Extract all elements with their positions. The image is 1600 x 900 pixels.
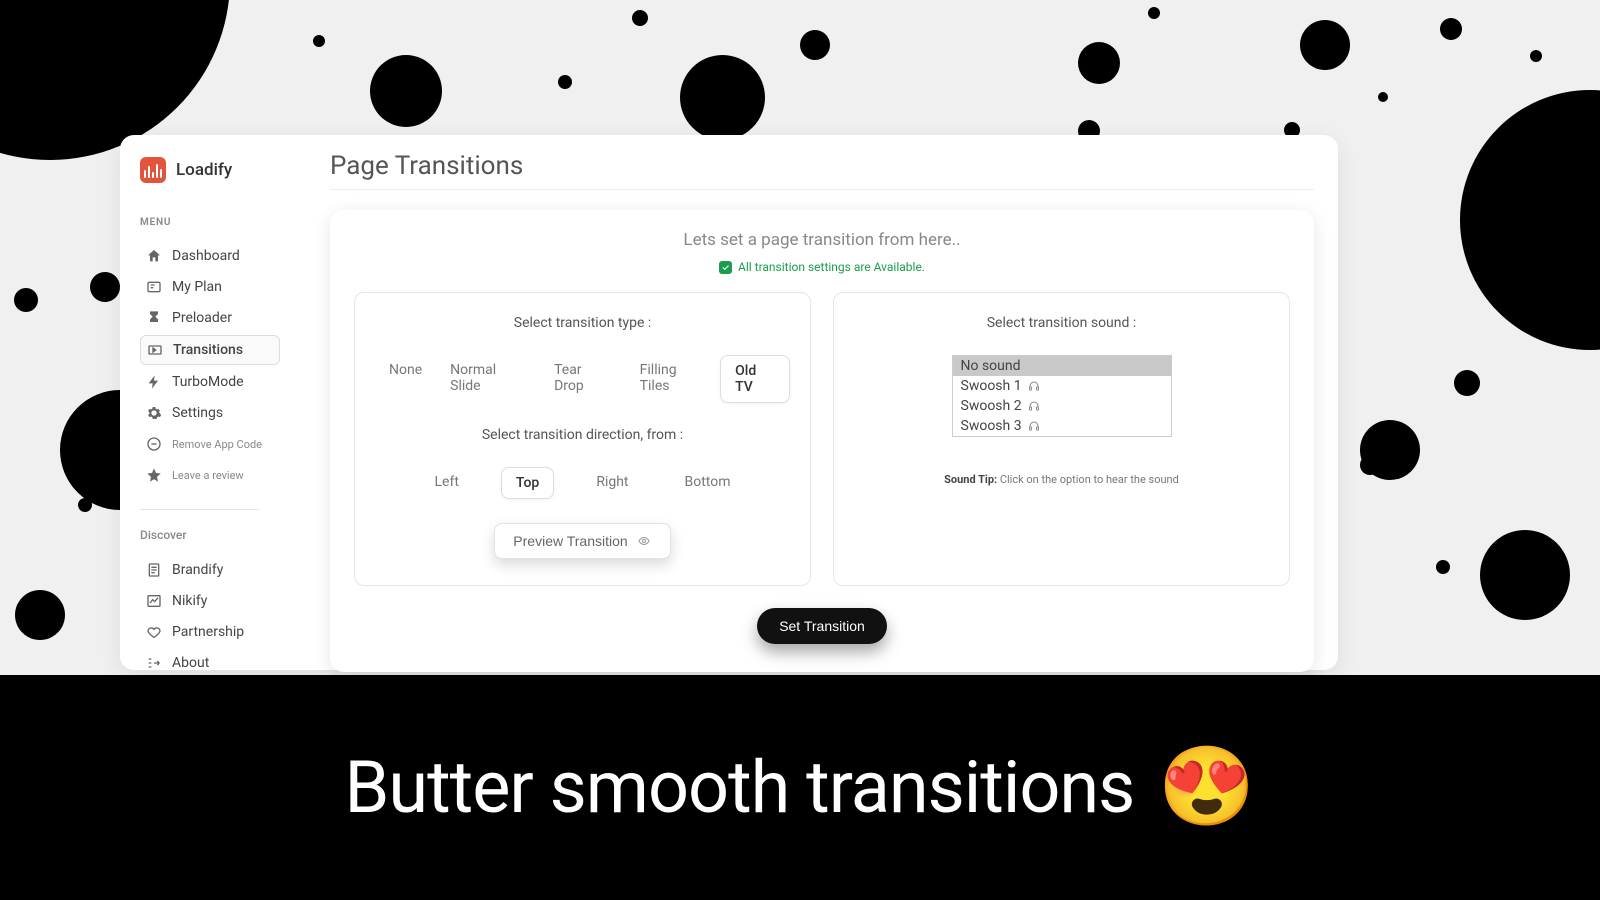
availability-status: All transition settings are Available. [354,260,1290,274]
type-option-normal-slide[interactable]: Normal Slide [436,355,540,403]
sound-option-label: Swoosh 2 [961,398,1022,414]
card-icon [146,279,162,295]
preview-transition-button[interactable]: Preview Transition [494,523,670,559]
sidebar-item-leave-review[interactable]: Leave a review [140,461,280,489]
sidebar-item-label: Dashboard [172,248,240,264]
gear-icon [146,405,162,421]
headphones-icon [1028,420,1040,432]
main-content: Page Transitions Lets set a page transit… [290,135,1338,670]
type-option-tear-drop[interactable]: Tear Drop [540,355,626,403]
hourglass-icon [146,310,162,326]
sidebar-item-label: TurboMode [172,374,244,390]
headphones-icon [1028,400,1040,412]
menu-heading: MENU [140,217,280,228]
type-option-filling-tiles[interactable]: Filling Tiles [626,355,720,403]
direction-option-right[interactable]: Right [582,467,642,499]
type-label: Select transition type : [375,315,790,331]
sound-option-label: Swoosh 1 [961,378,1022,394]
sidebar-divider [140,509,259,510]
home-icon [146,248,162,264]
discover-heading: Discover [140,528,280,542]
discover-item-nikify[interactable]: Nikify [140,587,280,615]
preview-button-label: Preview Transition [513,533,627,549]
app-window: Loadify MENU Dashboard My Plan Preloader… [120,135,1338,670]
discover-item-label: About [172,655,209,671]
sidebar-item-preloader[interactable]: Preloader [140,304,280,332]
card-subtitle: Lets set a page transition from here.. [354,230,1290,250]
sound-tip-rest: Click on the option to hear the sound [997,473,1179,486]
sidebar-item-turbomode[interactable]: TurboMode [140,368,280,396]
star-icon [146,467,162,483]
heart-icon [146,624,162,640]
sound-select[interactable]: No sound Swoosh 1 Swoosh 2 Swoosh 3 [952,355,1172,437]
sidebar-item-label: My Plan [172,279,222,295]
direction-label: Select transition direction, from : [375,427,790,443]
transitions-card: Lets set a page transition from here.. A… [330,210,1314,672]
bolt-icon [146,374,162,390]
eye-icon [636,535,652,547]
sidebar-item-dashboard[interactable]: Dashboard [140,242,280,270]
headphones-icon [1028,380,1040,392]
sidebar-item-transitions[interactable]: Transitions [140,335,280,365]
sound-option-swoosh-2[interactable]: Swoosh 2 [953,396,1171,416]
sound-option-label: Swoosh 3 [961,418,1022,434]
discover-item-partnership[interactable]: Partnership [140,618,280,646]
discover-item-label: Nikify [172,593,207,609]
sidebar-item-label: Preloader [172,310,232,326]
sidebar-item-settings[interactable]: Settings [140,399,280,427]
promo-banner: Butter smooth transitions 😍 [0,675,1600,900]
sidebar-item-label: Transitions [173,342,243,358]
discover-item-brandify[interactable]: Brandify [140,556,280,584]
discover-item-label: Partnership [172,624,244,640]
direction-option-bottom[interactable]: Bottom [671,467,745,499]
banner-text: Butter smooth transitions [345,745,1135,830]
sidebar-item-label: Remove App Code [172,438,262,451]
brand: Loadify [140,157,280,183]
sidebar: Loadify MENU Dashboard My Plan Preloader… [120,135,290,670]
sound-tip: Sound Tip: Click on the option to hear t… [854,473,1269,486]
sidebar-item-remove-app-code[interactable]: Remove App Code [140,430,280,458]
sound-option-label: No sound [961,358,1021,374]
brand-name: Loadify [176,160,232,180]
transitions-icon [147,342,163,358]
direction-option-top[interactable]: Top [501,467,554,499]
brand-logo-icon [140,157,166,183]
minus-circle-icon [146,436,162,452]
transition-type-panel: Select transition type : None Normal Sli… [354,292,811,586]
sound-tip-bold: Sound Tip: [944,473,997,486]
page-title: Page Transitions [330,151,1314,181]
type-option-none[interactable]: None [375,355,436,403]
set-transition-button[interactable]: Set Transition [757,608,887,644]
type-option-old-tv[interactable]: Old TV [720,355,790,403]
arrow-list-icon [146,655,162,671]
direction-option-left[interactable]: Left [420,467,472,499]
type-options-row: None Normal Slide Tear Drop Filling Tile… [375,355,790,403]
doc-icon [146,562,162,578]
sound-label: Select transition sound : [854,315,1269,331]
sidebar-item-label: Leave a review [172,469,244,482]
discover-item-about[interactable]: About [140,649,280,677]
direction-options-row: Left Top Right Bottom [375,467,790,499]
transition-sound-panel: Select transition sound : No sound Swoos… [833,292,1290,586]
chart-icon [146,593,162,609]
heart-eyes-emoji: 😍 [1158,742,1255,833]
check-icon [719,261,732,274]
availability-text: All transition settings are Available. [738,260,925,274]
sound-option-swoosh-3[interactable]: Swoosh 3 [953,416,1171,436]
sound-option-swoosh-1[interactable]: Swoosh 1 [953,376,1171,396]
discover-item-label: Brandify [172,562,223,578]
sidebar-item-label: Settings [172,405,223,421]
title-divider [330,189,1314,190]
sidebar-item-myplan[interactable]: My Plan [140,273,280,301]
sound-option-no-sound[interactable]: No sound [953,356,1171,376]
